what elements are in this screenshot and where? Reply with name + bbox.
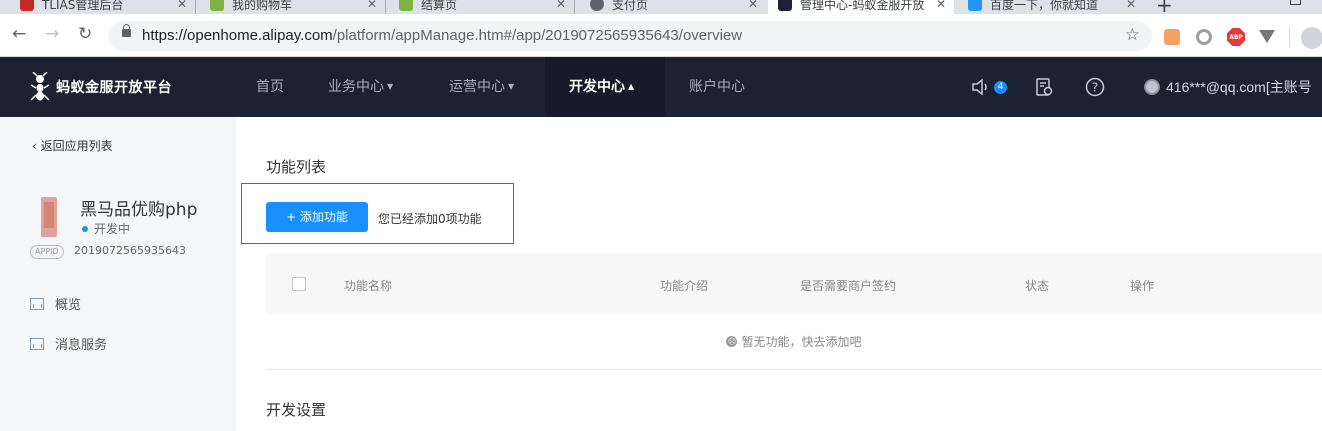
column-header: 操作 — [1130, 279, 1155, 293]
speaker-icon[interactable] — [970, 77, 990, 101]
app-header: 蚂蚁金服开放平台 首页 业务中心 ▼ 运营中心 ▼ 开发中心 ▲ 账户中心 4 ? 4… — [0, 57, 1322, 117]
sidebar-item-message-service[interactable]: 消息服务 — [30, 334, 107, 353]
appid-tag: APPID — [30, 245, 64, 259]
app-name: 黑马品优购php — [80, 200, 198, 220]
function-count-note: 您已经添加0项功能 — [378, 212, 482, 226]
status-dot-icon — [82, 225, 88, 232]
baidu-favicon-icon — [968, 0, 982, 11]
function-list-title: 功能列表 — [266, 158, 327, 176]
notification-badge: 4 — [994, 81, 1007, 94]
reload-icon[interactable]: ↻ — [78, 24, 92, 44]
nav-operation-center[interactable]: 运营中心 ▼ — [449, 57, 514, 117]
extension-icon[interactable] — [1164, 29, 1180, 45]
caret-up-icon: ▲ — [628, 82, 635, 91]
browser-tab[interactable]: 结算页 ✕ — [389, 0, 575, 14]
adblock-icon[interactable]: ABP — [1227, 28, 1245, 46]
monitor-icon — [30, 297, 44, 310]
document-icon[interactable] — [1034, 77, 1054, 101]
bookmark-star-icon[interactable]: ☆ — [1125, 25, 1140, 45]
tab-title: 支付页 — [612, 0, 649, 12]
sidebar-item-overview[interactable]: 概览 — [30, 294, 81, 313]
browser-tab[interactable]: TLIAS管理后台 ✕ — [10, 0, 196, 14]
back-arrow-icon[interactable]: ← — [12, 24, 26, 44]
logo[interactable]: 蚂蚁金服开放平台 — [30, 72, 172, 102]
profile-avatar-icon[interactable] — [1301, 27, 1322, 49]
sad-face-icon: ☹ — [726, 336, 738, 347]
ant-logo-icon — [30, 72, 50, 101]
avatar — [1144, 79, 1160, 95]
checkout-favicon-icon — [399, 0, 413, 11]
tab-title: TLIAS管理后台 — [42, 0, 124, 12]
sidebar: ‹ 返回应用列表 黑马品优购php 开发中 APPID 201907256593… — [0, 117, 236, 431]
toolbar-divider — [1289, 27, 1290, 47]
address-bar[interactable]: https://openhome.alipay.com/platform/app… — [108, 21, 1152, 51]
column-header: 功能介绍 — [660, 279, 709, 293]
close-icon[interactable]: ✕ — [367, 0, 377, 11]
account-name: 416***@qq.com[主账号 — [1166, 79, 1312, 95]
app-status: 开发中 — [82, 220, 130, 237]
column-header: 功能名称 — [344, 279, 393, 293]
browser-tab[interactable]: 我的购物车 ✕ — [200, 0, 386, 14]
lock-icon — [122, 24, 131, 37]
help-icon[interactable]: ? — [1085, 77, 1105, 101]
new-tab-icon[interactable]: + — [1156, 0, 1173, 14]
tab-title: 我的购物车 — [232, 0, 293, 12]
svg-text:?: ? — [1092, 81, 1098, 95]
nav-dev-center[interactable]: 开发中心 ▲ — [569, 57, 634, 117]
column-header: 是否需要商户签约 — [800, 279, 897, 293]
back-to-app-list[interactable]: ‹ 返回应用列表 — [32, 137, 113, 154]
app-id: 2019072565935643 — [74, 244, 186, 257]
function-table-header: 功能名称 功能介绍 是否需要商户签约 状态 操作 — [266, 253, 1322, 314]
account-menu[interactable]: 416***@qq.com[主账号 — [1144, 77, 1312, 97]
cart-favicon-icon — [210, 0, 224, 11]
forward-arrow-icon[interactable]: → — [45, 24, 59, 44]
browser-toolbar: ← → ↻ https://openhome.alipay.com/platfo… — [0, 14, 1322, 57]
add-function-button[interactable]: + 添加功能 — [266, 202, 368, 232]
ant-favicon-icon — [778, 0, 792, 11]
nav-home[interactable]: 首页 — [256, 57, 284, 117]
chart-icon — [30, 337, 44, 350]
caret-down-icon: ▼ — [387, 82, 394, 91]
close-icon[interactable]: ✕ — [556, 0, 566, 11]
browser-tab-strip: TLIAS管理后台 ✕ 我的购物车 ✕ 结算页 ✕ 支付页 ✕ 管理中心-蚂蚁金… — [0, 0, 1322, 14]
dev-settings-title: 开发设置 — [266, 401, 327, 419]
globe-icon — [590, 0, 604, 11]
record-extension-icon[interactable] — [1196, 29, 1212, 45]
logo-text: 蚂蚁金服开放平台 — [56, 80, 172, 96]
chevron-left-icon: ‹ — [32, 139, 37, 153]
browser-tab-active[interactable]: 管理中心-蚂蚁金服开放 ✕ — [768, 0, 954, 14]
tab-title: 百度一下，你就知道 — [990, 0, 1099, 12]
column-header: 状态 — [1025, 279, 1050, 293]
tlias-favicon-icon — [20, 0, 34, 11]
app-thumbnail — [41, 197, 57, 237]
nav-account-center[interactable]: 账户中心 — [689, 57, 745, 117]
vue-devtools-icon[interactable] — [1259, 30, 1275, 43]
select-all-checkbox[interactable] — [292, 277, 306, 291]
browser-tab[interactable]: 百度一下，你就知道 ✕ — [958, 0, 1144, 14]
close-icon[interactable]: ✕ — [748, 0, 758, 11]
close-icon[interactable]: ✕ — [936, 0, 946, 11]
tab-title: 管理中心-蚂蚁金服开放 — [800, 0, 925, 12]
restore-window-icon[interactable] — [1290, 0, 1301, 5]
tab-title: 结算页 — [421, 0, 458, 12]
close-icon[interactable]: ✕ — [177, 0, 187, 11]
caret-down-icon: ▼ — [508, 82, 515, 91]
nav-business-center[interactable]: 业务中心 ▼ — [328, 57, 393, 117]
close-icon[interactable]: ✕ — [1126, 0, 1136, 11]
url-text[interactable]: https://openhome.alipay.com/platform/app… — [142, 27, 742, 44]
browser-tab[interactable]: 支付页 ✕ — [580, 0, 766, 14]
table-empty-state: ☹ 暂无功能，快去添加吧 — [266, 314, 1322, 370]
